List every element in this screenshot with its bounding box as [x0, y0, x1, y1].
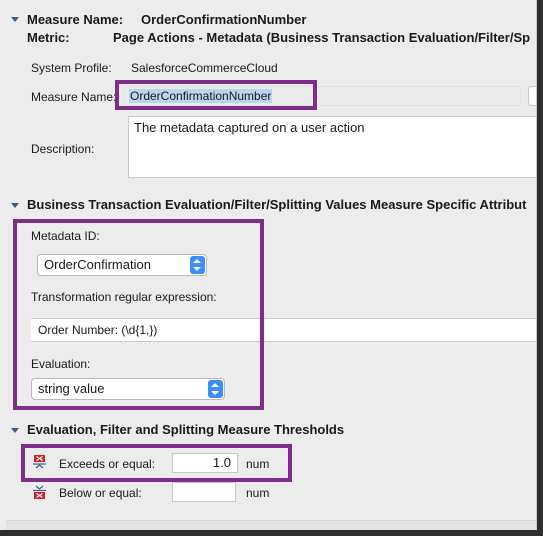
right-divider — [536, 0, 537, 530]
system-profile-label: System Profile: — [31, 61, 112, 75]
measure-name-label: Measure Name: — [31, 90, 117, 104]
header-measure-name-label: Measure Name: — [27, 12, 124, 27]
highlight-measure-name — [115, 80, 317, 110]
thresholds-disclosure-triangle-icon[interactable] — [11, 428, 19, 433]
header-metric-label: Metric: — [27, 30, 70, 45]
below-unit: num — [246, 486, 270, 500]
header-metric-value: Page Actions - Metadata (Business Transa… — [113, 30, 531, 45]
attributes-section-title[interactable]: Business Transaction Evaluation/Filter/S… — [27, 197, 526, 212]
below-input[interactable] — [172, 482, 236, 502]
thresholds-section-title[interactable]: Evaluation, Filter and Splitting Measure… — [27, 422, 344, 437]
header-measure-name-value: OrderConfirmationNumber — [141, 12, 307, 27]
bottom-scroll-area — [6, 520, 537, 530]
highlight-attributes — [13, 219, 264, 410]
system-profile-value: SalesforceCommerceCloud — [131, 61, 278, 75]
header-disclosure-triangle-icon[interactable] — [11, 17, 19, 22]
attributes-disclosure-triangle-icon[interactable] — [11, 203, 19, 208]
description-textarea[interactable]: The metadata captured on a user action — [128, 116, 537, 178]
description-label: Description: — [31, 142, 95, 156]
below-label: Below or equal: — [59, 486, 142, 500]
description-text: The metadata captured on a user action — [134, 120, 365, 135]
highlight-exceeds — [21, 444, 292, 482]
measure-properties-panel: Measure Name: OrderConfirmationNumber Me… — [0, 0, 537, 530]
below-threshold-icon — [33, 485, 46, 499]
